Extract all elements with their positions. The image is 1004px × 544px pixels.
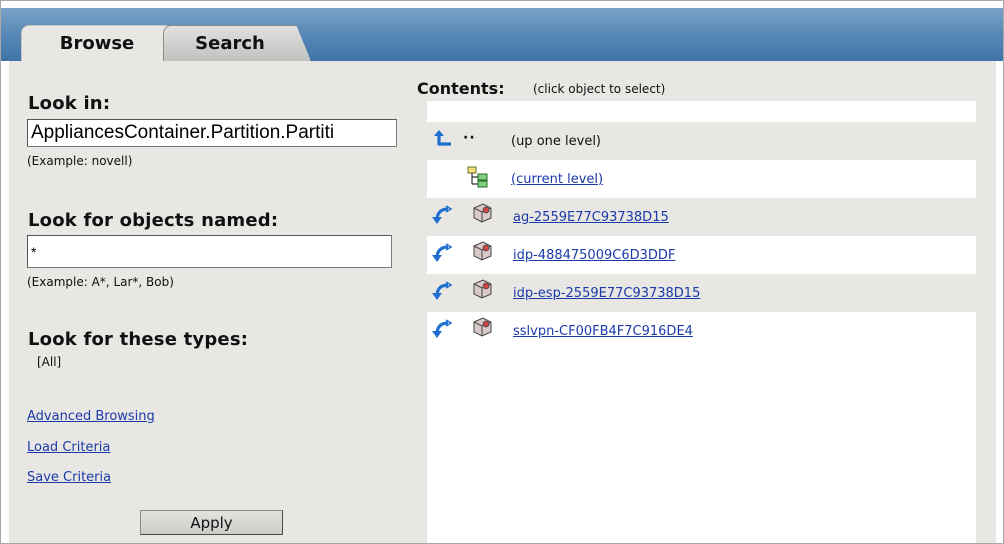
object-icon — [473, 241, 492, 261]
tab-browse[interactable]: Browse — [21, 25, 173, 61]
tab-bar: Browse Search — [1, 1, 1003, 61]
load-criteria-link[interactable]: Load Criteria — [27, 440, 110, 455]
look-in-input[interactable] — [27, 119, 397, 147]
browser-panel: Browse Search Look in: (Example: novell)… — [0, 0, 1004, 544]
look-for-types-label: Look for these types: — [28, 329, 249, 350]
look-in-example: (Example: novell) — [27, 154, 133, 168]
arrow-up-left-icon[interactable] — [433, 128, 455, 150]
tab-browse-label: Browse — [59, 33, 135, 54]
up-level-label[interactable]: (up one level) — [511, 134, 601, 149]
current-level-link[interactable]: (current level) — [511, 172, 603, 187]
save-criteria-link[interactable]: Save Criteria — [27, 470, 111, 485]
object-icon — [473, 203, 492, 223]
contents-list: ·· (up one level) (current level) ag-255… — [427, 101, 976, 543]
criteria-panel: Look in: (Example: novell) Look for obje… — [9, 61, 403, 543]
object-link[interactable]: idp-488475009C6D3DDF — [513, 248, 675, 263]
tree-container-icon — [467, 166, 488, 188]
contents-hint: (click object to select) — [533, 82, 666, 96]
curved-arrow-icon[interactable] — [431, 280, 453, 302]
list-item[interactable]: ag-2559E77C93738D15 — [427, 198, 976, 236]
look-for-named-example: (Example: A*, Lar*, Bob) — [27, 275, 174, 289]
contents-heading: Contents: — [417, 79, 505, 98]
object-icon — [473, 279, 492, 299]
object-link[interactable]: sslvpn-CF00FB4F7C916DE4 — [513, 324, 693, 339]
advanced-browsing-link[interactable]: Advanced Browsing — [27, 409, 155, 424]
object-link[interactable]: idp-esp-2559E77C93738D15 — [513, 286, 700, 301]
current-level-row[interactable]: (current level) — [427, 160, 976, 198]
up-marker: ·· — [463, 130, 476, 146]
curved-arrow-icon[interactable] — [431, 242, 453, 264]
look-for-named-input[interactable] — [27, 235, 392, 268]
up-level-row[interactable]: ·· (up one level) — [427, 122, 976, 160]
types-value[interactable]: [All] — [37, 355, 61, 369]
curved-arrow-icon[interactable] — [431, 318, 453, 340]
tab-search[interactable]: Search — [163, 25, 311, 61]
list-item[interactable]: idp-488475009C6D3DDF — [427, 236, 976, 274]
contents-panel: Contents: (click object to select) ·· (u… — [403, 61, 996, 543]
list-item[interactable]: idp-esp-2559E77C93738D15 — [427, 274, 976, 312]
curved-arrow-icon[interactable] — [431, 204, 453, 226]
apply-button[interactable]: Apply — [140, 510, 283, 535]
apply-button-label: Apply — [190, 513, 233, 532]
tab-search-label: Search — [195, 33, 265, 54]
object-icon — [473, 317, 492, 337]
object-link[interactable]: ag-2559E77C93738D15 — [513, 210, 669, 225]
look-for-named-label: Look for objects named: — [28, 210, 279, 231]
look-in-label: Look in: — [28, 93, 111, 114]
list-item[interactable]: sslvpn-CF00FB4F7C916DE4 — [427, 312, 976, 350]
